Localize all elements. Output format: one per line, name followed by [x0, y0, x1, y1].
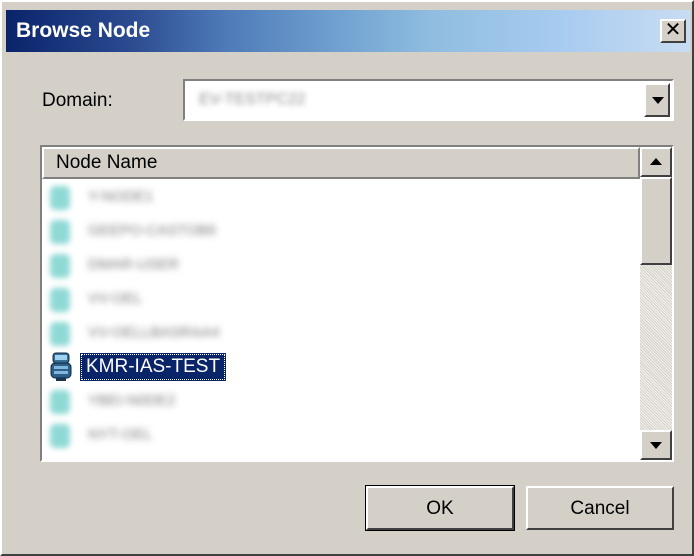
- server-icon: [48, 352, 74, 382]
- domain-value: EV-TESTPC22: [199, 91, 306, 108]
- node-label: NYT-OEL: [88, 426, 153, 443]
- scroll-thumb[interactable]: [640, 177, 672, 265]
- node-list[interactable]: Node Name Y-NODE1 GEEPO-CASTOB6 DMAR-USE…: [40, 145, 674, 462]
- domain-select[interactable]: EV-TESTPC22: [183, 79, 674, 121]
- node-icon: [50, 424, 70, 448]
- title-bar[interactable]: Browse Node ✕: [6, 10, 690, 52]
- list-item[interactable]: VV-OELLBASRAA4: [42, 316, 640, 350]
- list-item[interactable]: GEEPO-CASTOB6: [42, 214, 640, 248]
- list-item[interactable]: YBEI-N0DE2: [42, 384, 640, 418]
- browse-node-dialog: Browse Node ✕ Domain: EV-TESTPC22 Node N…: [0, 0, 694, 556]
- list-item[interactable]: NYT-OEL: [42, 418, 640, 452]
- node-label: KMR-IAS-TEST: [80, 353, 227, 381]
- node-icon: [50, 288, 70, 312]
- node-label: DMAR-USER: [88, 256, 179, 273]
- list-item[interactable]: VV-OEL: [42, 282, 640, 316]
- list-item-selected[interactable]: KMR-IAS-TEST: [42, 350, 640, 384]
- node-label: YBEI-N0DE2: [88, 392, 176, 409]
- node-icon: [50, 186, 70, 210]
- domain-dropdown-button[interactable]: [644, 83, 670, 117]
- scroll-down-button[interactable]: [640, 430, 672, 460]
- node-icon: [50, 254, 70, 278]
- column-header-node-name[interactable]: Node Name: [42, 147, 640, 179]
- list-item[interactable]: Y-NODE1: [42, 180, 640, 214]
- vertical-scrollbar[interactable]: [640, 147, 672, 460]
- ok-button[interactable]: OK: [365, 485, 515, 531]
- node-label: GEEPO-CASTOB6: [88, 222, 217, 239]
- node-label: Y-NODE1: [88, 188, 154, 205]
- domain-label: Domain:: [42, 90, 113, 111]
- node-icon: [50, 322, 70, 346]
- close-icon: ✕: [664, 19, 682, 41]
- close-button[interactable]: ✕: [660, 19, 686, 43]
- scroll-up-button[interactable]: [640, 147, 672, 177]
- dialog-title: Browse Node: [16, 19, 151, 42]
- node-label: VV-OELLBASRAA4: [88, 324, 220, 341]
- list-item[interactable]: DMAR-USER: [42, 248, 640, 282]
- node-icon: [50, 390, 70, 414]
- node-label: VV-OEL: [88, 290, 143, 307]
- node-icon: [50, 220, 70, 244]
- cancel-button[interactable]: Cancel: [526, 486, 674, 530]
- node-list-rows: Y-NODE1 GEEPO-CASTOB6 DMAR-USER VV-OEL V…: [42, 180, 640, 452]
